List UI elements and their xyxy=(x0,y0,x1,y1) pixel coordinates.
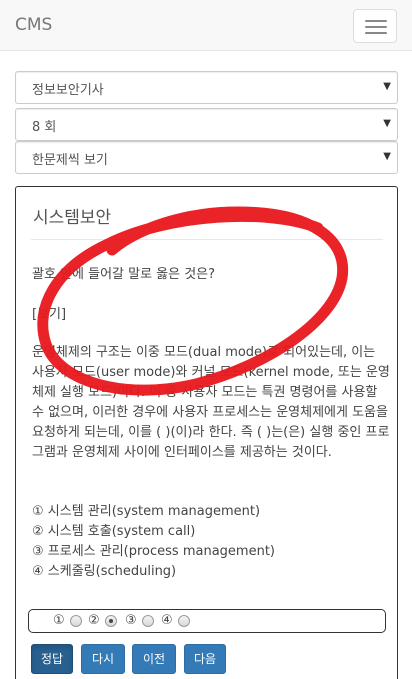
navbar: CMS xyxy=(0,0,412,51)
exam-select[interactable]: 정보보안기사 ▼ xyxy=(15,71,398,104)
brand-link[interactable]: CMS xyxy=(15,15,52,35)
exam-select-value: 정보보안기사 xyxy=(32,83,104,98)
radio-button[interactable] xyxy=(142,615,154,627)
radio-button[interactable] xyxy=(178,615,190,627)
prev-button[interactable]: 이전 xyxy=(132,644,176,674)
round-select[interactable]: 8 회 ▼ xyxy=(15,108,398,141)
answer-button[interactable]: 정답 xyxy=(31,644,73,674)
answer-radio-group: ① ② ③ ④ xyxy=(28,609,386,633)
radio-button[interactable] xyxy=(105,615,117,627)
bogi-label: [보기] xyxy=(32,307,67,322)
option-item: ① 시스템 관리(system management) xyxy=(32,504,261,519)
round-select-value: 8 회 xyxy=(32,120,57,135)
dropdown-arrow-icon: ▼ xyxy=(383,81,391,92)
dropdown-arrow-icon: ▼ xyxy=(383,118,391,129)
option-item: ③ 프로세스 관리(process management) xyxy=(32,544,275,559)
next-button[interactable]: 다음 xyxy=(184,644,226,674)
option-item: ④ 스케줄링(scheduling) xyxy=(32,564,177,579)
question-body: 운영체제의 구조는 이중 모드(dual mode)로 되어있는데, 이는 사용… xyxy=(32,345,390,460)
divider xyxy=(31,239,383,240)
option-list: ① 시스템 관리(system management) ② 시스템 호출(sys… xyxy=(32,502,275,582)
question-panel: 시스템보안 괄호 안에 들어갈 말로 옳은 것은? [보기] 운영체제의 구조는… xyxy=(15,186,398,679)
mode-select[interactable]: 한문제씩 보기 ▼ xyxy=(15,141,398,174)
subject-title: 시스템보안 xyxy=(33,208,112,228)
retry-button[interactable]: 다시 xyxy=(81,644,125,674)
option-item: ② 시스템 호출(system call) xyxy=(32,524,196,539)
question-text: 괄호 안에 들어갈 말로 옳은 것은? xyxy=(32,267,216,282)
dropdown-arrow-icon: ▼ xyxy=(383,151,391,162)
radio-button[interactable] xyxy=(70,615,82,627)
menu-toggle-button[interactable] xyxy=(353,9,397,43)
mode-select-value: 한문제씩 보기 xyxy=(32,153,108,168)
